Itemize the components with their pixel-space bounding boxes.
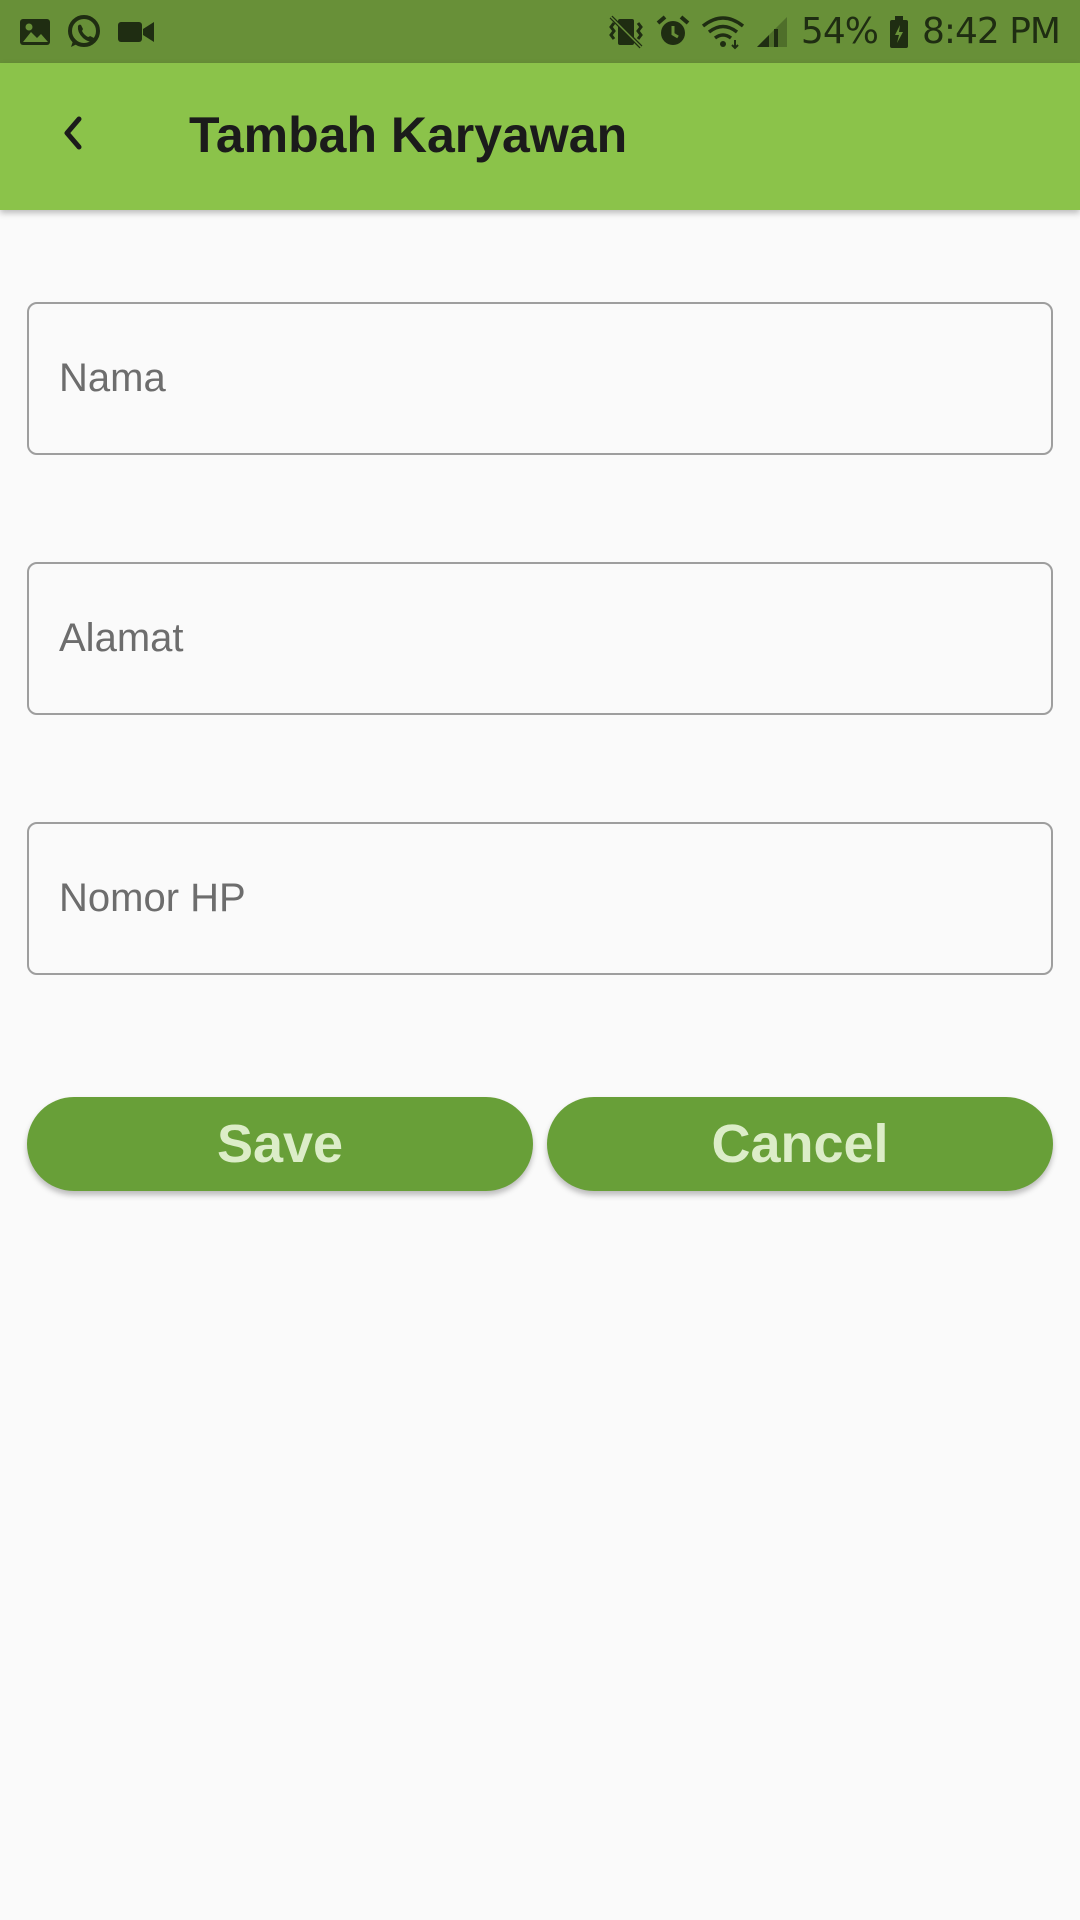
nama-input[interactable] [29, 304, 1051, 453]
status-bar: 54% 8:42 PM [0, 0, 1080, 63]
signal-icon [756, 16, 787, 47]
back-button[interactable] [44, 103, 104, 163]
gallery-icon [20, 18, 50, 45]
alamat-field[interactable] [27, 562, 1053, 715]
nama-field[interactable] [27, 302, 1053, 455]
app-bar: Tambah Karyawan [0, 63, 1080, 210]
clock: 8:42 PM [921, 11, 1061, 52]
nomor-hp-field[interactable] [27, 822, 1053, 975]
status-bar-right: 54% 8:42 PM [597, 0, 1061, 63]
alamat-input[interactable] [29, 564, 1051, 713]
save-button[interactable]: Save [27, 1097, 533, 1191]
status-bar-left [18, 0, 170, 63]
whatsapp-icon [68, 14, 100, 47]
chevron-left-icon [64, 116, 82, 150]
alarm-icon [656, 14, 690, 45]
page-title: Tambah Karyawan [189, 107, 628, 163]
cancel-button[interactable]: Cancel [547, 1097, 1053, 1191]
video-camera-icon [118, 21, 154, 42]
nomor-hp-input[interactable] [29, 824, 1051, 973]
battery-icon [889, 15, 908, 48]
battery-percent: 54% [800, 11, 879, 52]
vibrate-icon [609, 15, 643, 48]
wifi-icon [701, 15, 745, 49]
